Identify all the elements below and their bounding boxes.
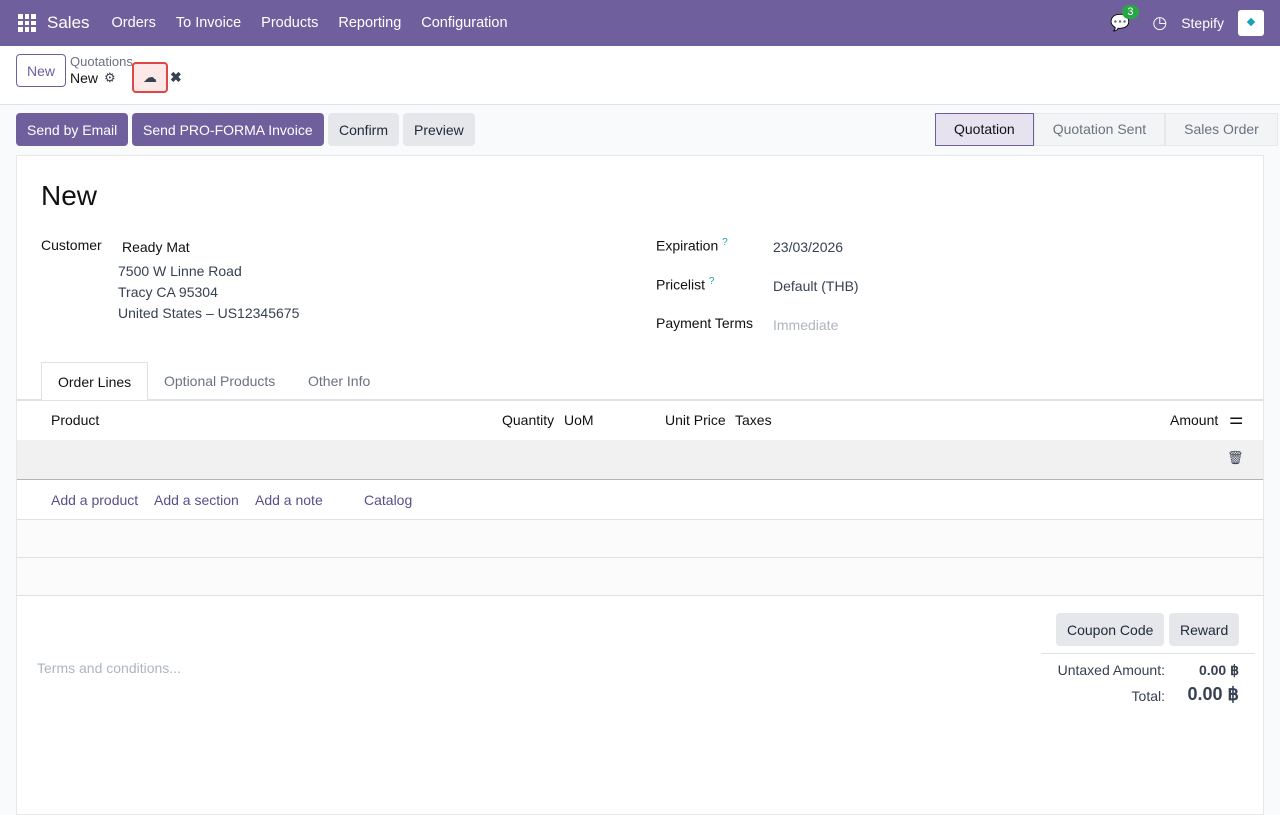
confirm-button[interactable]: Confirm bbox=[328, 113, 399, 146]
gear-icon[interactable]: ⚙ bbox=[104, 70, 116, 86]
tab-order-lines[interactable]: Order Lines bbox=[41, 362, 148, 401]
top-navbar: Sales Orders To Invoice Products Reporti… bbox=[0, 0, 1280, 46]
column-taxes[interactable]: Taxes bbox=[735, 412, 772, 428]
menu-reporting[interactable]: Reporting bbox=[338, 15, 401, 31]
column-amount[interactable]: Amount bbox=[1170, 412, 1218, 428]
activity-clock-icon[interactable]: ◷ bbox=[1152, 13, 1167, 33]
customer-field[interactable]: Ready Mat bbox=[122, 239, 190, 255]
menu-products[interactable]: Products bbox=[261, 15, 318, 31]
coupon-code-button[interactable]: Coupon Code bbox=[1056, 613, 1164, 646]
untaxed-amount: 0.00 ฿ bbox=[1199, 662, 1239, 679]
user-avatar[interactable] bbox=[1238, 10, 1264, 36]
status-bar: Quotation Quotation Sent Sales Order bbox=[935, 113, 1278, 146]
discard-icon[interactable]: ✖ bbox=[170, 69, 182, 86]
optional-columns-icon[interactable]: ⚌ bbox=[1229, 409, 1243, 429]
preview-button[interactable]: Preview bbox=[403, 113, 475, 146]
send-proforma-button[interactable]: Send PRO-FORMA Invoice bbox=[132, 113, 324, 146]
new-button[interactable]: New bbox=[16, 54, 66, 87]
table-row[interactable]: 🗑 bbox=[17, 440, 1263, 480]
terms-input[interactable]: Terms and conditions... bbox=[37, 660, 181, 676]
expiration-field[interactable]: 23/03/2026 bbox=[773, 239, 843, 255]
customer-label: Customer bbox=[41, 237, 102, 253]
send-by-email-button[interactable]: Send by Email bbox=[16, 113, 128, 146]
menu-orders[interactable]: Orders bbox=[112, 15, 156, 31]
address-line-2: Tracy CA 95304 bbox=[118, 284, 218, 300]
column-quantity[interactable]: Quantity bbox=[502, 412, 554, 428]
address-line-1: 7500 W Linne Road bbox=[118, 263, 242, 279]
total-label: Total: bbox=[1132, 688, 1165, 704]
save-cloud-icon[interactable]: ☁ bbox=[132, 62, 168, 93]
untaxed-label: Untaxed Amount: bbox=[1058, 662, 1165, 678]
control-panel: New Quotations New ⚙ ☁ ✖ bbox=[0, 46, 1280, 105]
app-name[interactable]: Sales bbox=[47, 13, 90, 33]
menu-to-invoice[interactable]: To Invoice bbox=[176, 15, 241, 31]
address-line-3: United States – US12345675 bbox=[118, 305, 299, 321]
expiration-label: Expiration ? bbox=[656, 237, 728, 254]
trash-icon[interactable]: 🗑 bbox=[1227, 450, 1244, 466]
column-product[interactable]: Product bbox=[51, 412, 99, 428]
breadcrumb-quotations[interactable]: Quotations bbox=[70, 54, 133, 69]
payment-terms-field[interactable]: Immediate bbox=[773, 317, 838, 333]
payment-terms-label: Payment Terms bbox=[656, 315, 753, 331]
pricelist-label: Pricelist ? bbox=[656, 276, 714, 293]
status-quotation-sent[interactable]: Quotation Sent bbox=[1034, 113, 1165, 146]
total-amount: 0.00 ฿ bbox=[1188, 684, 1240, 705]
status-sales-order[interactable]: Sales Order bbox=[1165, 113, 1278, 146]
tab-other-info[interactable]: Other Info bbox=[292, 362, 386, 401]
notebook-tabs: Order Lines Optional Products Other Info bbox=[17, 362, 1263, 400]
reward-button[interactable]: Reward bbox=[1169, 613, 1239, 646]
pricelist-field[interactable]: Default (THB) bbox=[773, 278, 859, 294]
column-unit-price[interactable]: Unit Price bbox=[665, 412, 726, 428]
messages-icon[interactable]: 💬3 bbox=[1110, 13, 1130, 33]
menu-configuration[interactable]: Configuration bbox=[421, 15, 507, 31]
breadcrumb-current: New bbox=[70, 70, 98, 86]
app-menu-icon[interactable] bbox=[18, 14, 36, 32]
tab-optional-products[interactable]: Optional Products bbox=[148, 362, 291, 401]
status-quotation[interactable]: Quotation bbox=[935, 113, 1034, 146]
messages-badge: 3 bbox=[1122, 5, 1138, 19]
company-name[interactable]: Stepify bbox=[1181, 15, 1224, 31]
record-title: New bbox=[41, 180, 97, 212]
form-sheet: New Customer Ready Mat 7500 W Linne Road… bbox=[16, 155, 1264, 815]
column-uom[interactable]: UoM bbox=[564, 412, 594, 428]
